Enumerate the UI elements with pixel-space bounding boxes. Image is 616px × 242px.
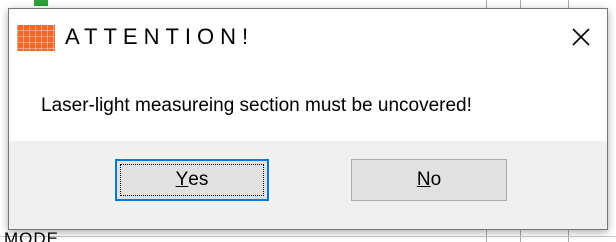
close-button[interactable] <box>559 17 603 57</box>
no-button[interactable]: No <box>351 159 507 201</box>
no-label-rest: o <box>430 169 442 190</box>
dialog-titlebar[interactable]: ATTENTION! <box>9 9 607 63</box>
no-mnemonic: N <box>416 169 431 190</box>
screen: MODE ATTENTION! Laser-light measureing s… <box>0 0 616 242</box>
yes-button[interactable]: Yes <box>115 159 269 201</box>
close-icon <box>571 27 591 47</box>
dialog-content: Laser-light measureing section must be u… <box>9 63 607 141</box>
yes-mnemonic: Y <box>175 169 189 190</box>
dialog-button-bar: Yes No <box>9 141 607 229</box>
background-peek-text: MODE <box>4 229 59 242</box>
dialog-title: ATTENTION! <box>65 24 255 49</box>
dialog-message: Laser-light measureing section must be u… <box>41 95 472 116</box>
app-icon <box>17 25 55 51</box>
message-box-dialog: ATTENTION! Laser-light measureing sectio… <box>8 8 608 230</box>
background-green-marker <box>34 0 48 6</box>
yes-label-rest: es <box>188 169 209 190</box>
background-gridline <box>0 236 616 237</box>
